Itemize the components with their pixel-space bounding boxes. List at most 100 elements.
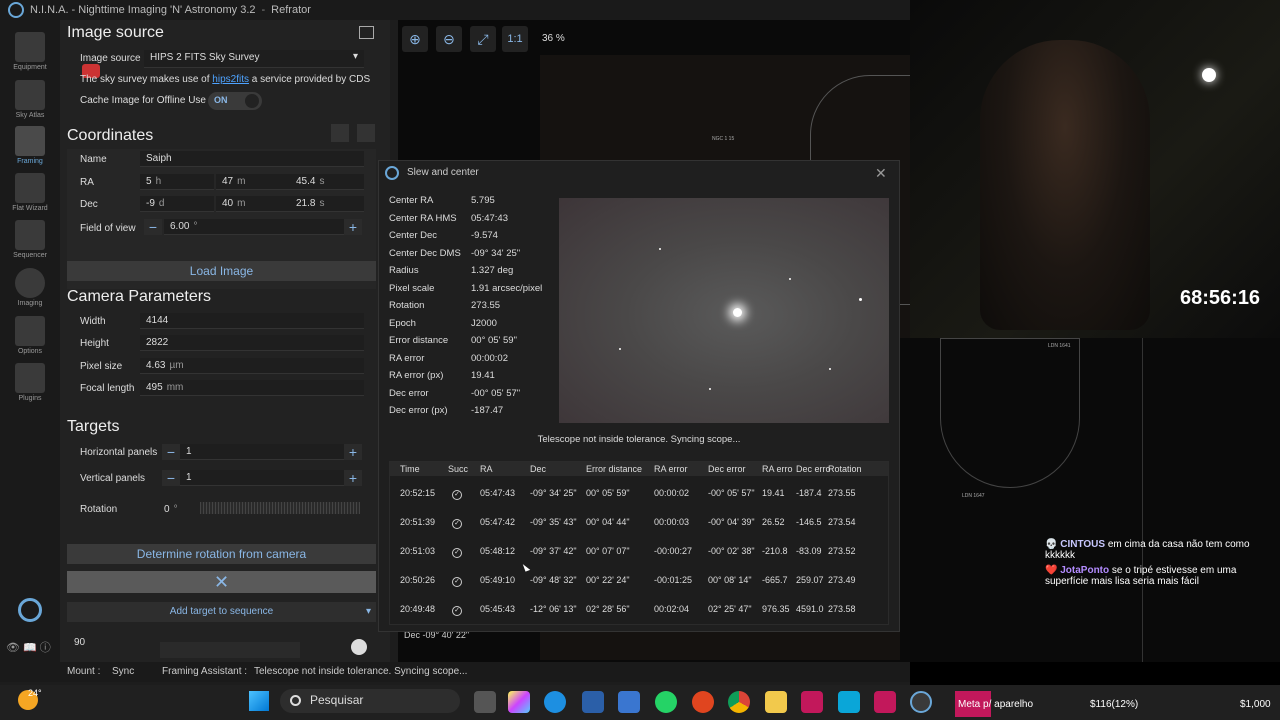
framing-toolbar: ⊕ ⊖ ⤢ 1:1 36 % — [398, 24, 910, 54]
sidebar-item-options[interactable]: Options — [0, 316, 60, 355]
search-icon — [290, 695, 301, 706]
dec-degrees-field[interactable]: -9 d — [140, 196, 214, 212]
table-row[interactable]: 20:50:26 ✓ 05:49:10 -09° 48' 32" 00° 22' 24"… — [390, 565, 888, 594]
table-row[interactable]: 20:52:15 ✓ 05:47:43 -09° 34' 25" 00° 05' 59"… — [390, 478, 888, 507]
width-field[interactable]: 4144 — [140, 313, 364, 329]
cache-toggle[interactable]: ON — [208, 92, 262, 110]
table-cell: 00° 05' 59" — [586, 488, 630, 498]
zoom-out-icon[interactable]: ⊖ — [436, 26, 462, 52]
nina-taskbar-icon[interactable] — [910, 691, 932, 713]
fov-plus-button[interactable]: + — [344, 219, 362, 235]
column-header[interactable]: Time — [400, 464, 420, 474]
windows-start-icon[interactable] — [249, 691, 269, 711]
column-header[interactable]: RA error — [654, 464, 688, 474]
chevron-down-icon: ▾ — [352, 51, 358, 62]
taskbar-search[interactable]: Pesquisar — [280, 689, 460, 713]
fit-icon[interactable]: ⤢ — [470, 26, 496, 52]
table-row[interactable]: 20:49:48 ✓ 05:45:43 -12° 06' 13" 02° 28' 56"… — [390, 594, 888, 623]
dec-seconds-field[interactable]: 21.8 s — [290, 196, 364, 212]
pixel-size-field[interactable]: 4.63 µm — [140, 358, 364, 374]
sidebar-item-sky-atlas[interactable]: Sky Atlas — [0, 80, 60, 119]
column-header[interactable]: Dec error — [708, 464, 746, 474]
column-header[interactable]: Succ — [448, 464, 468, 474]
column-header[interactable]: Rotation — [828, 464, 862, 474]
rotation-slider[interactable] — [200, 502, 360, 514]
load-image-button[interactable]: Load Image — [67, 261, 376, 281]
opera-icon[interactable] — [692, 691, 714, 713]
sidebar-item-imaging[interactable]: Imaging — [0, 268, 60, 307]
ra-minutes-field[interactable]: 47 m — [216, 174, 290, 190]
app-icon[interactable] — [838, 691, 860, 713]
close-x-button[interactable]: ✕ — [67, 571, 376, 593]
store-icon[interactable] — [582, 691, 604, 713]
dec-minutes-field[interactable]: 40 m — [216, 196, 290, 212]
result-label: Dec error — [389, 387, 429, 399]
book-icon[interactable] — [359, 26, 374, 39]
table-cell: 00:00:02 — [654, 488, 690, 498]
rotation-value[interactable]: 0 ° — [164, 504, 178, 515]
table-cell: -00° 04' 39" — [708, 517, 755, 527]
name-field[interactable]: Saiph — [140, 151, 364, 167]
sidebar-item-framing[interactable]: Framing — [0, 126, 60, 165]
close-icon[interactable]: ✕ — [875, 165, 887, 182]
one-to-one-button[interactable]: 1:1 — [502, 26, 528, 52]
star — [709, 388, 711, 390]
result-value: J2000 — [471, 317, 497, 329]
table-cell: 20:52:15 — [400, 488, 436, 498]
sidebar-item-equipment[interactable]: Equipment — [0, 32, 60, 71]
crosshair-icon[interactable] — [331, 124, 349, 142]
column-header[interactable]: Dec erro — [796, 464, 831, 474]
map-label-ldn1: LDN 1641 — [1048, 343, 1071, 349]
result-value: -9.574 — [471, 230, 498, 241]
result-value: 1.91 arcsec/pixel — [471, 282, 543, 294]
table-cell: 02° 25' 47" — [708, 604, 752, 614]
add-target-button[interactable]: Add target to sequence ▾ — [67, 602, 376, 622]
fov-minus-button[interactable]: − — [144, 219, 162, 235]
focal-length-field[interactable]: 495 mm — [140, 380, 364, 396]
chrome-icon[interactable] — [728, 691, 750, 713]
app-icon[interactable] — [801, 691, 823, 713]
zoom-in-icon[interactable]: ⊕ — [402, 26, 428, 52]
table-cell: -12° 06' 13" — [530, 604, 577, 614]
app-icon[interactable] — [874, 691, 896, 713]
table-cell: -187.4 — [796, 488, 822, 498]
determine-rotation-button[interactable]: Determine rotation from camera — [67, 544, 376, 564]
help-icons[interactable]: 👁 📖 ⓘ — [6, 639, 51, 655]
hips2fits-link[interactable]: hips2fits — [212, 74, 249, 85]
ra-hours-field[interactable]: 5h — [140, 174, 214, 190]
table-row[interactable]: 20:51:39 ✓ 05:47:42 -09° 35' 43" 00° 04' 44"… — [390, 507, 888, 536]
chevron-down-icon[interactable]: ▾ — [366, 602, 371, 622]
vertical-panels-field[interactable]: 1 — [180, 470, 344, 486]
table-row[interactable]: 20:51:03 ✓ 05:48:12 -09° 37' 42" 00° 07' 07"… — [390, 536, 888, 565]
hpanels-minus-button[interactable]: − — [162, 444, 180, 460]
hpanels-plus-button[interactable]: + — [344, 444, 362, 460]
height-field[interactable]: 2822 — [140, 335, 364, 351]
task-view-icon[interactable] — [474, 691, 496, 713]
column-header[interactable]: Error distance — [586, 464, 642, 474]
vpanels-plus-button[interactable]: + — [344, 470, 362, 486]
tolerance-message: Telescope not inside tolerance. Syncing … — [537, 434, 741, 445]
column-header[interactable]: RA erro — [762, 464, 793, 474]
fov-field[interactable]: 6.00 ° — [164, 219, 344, 235]
sidebar-item-sequencer[interactable]: Sequencer — [0, 220, 60, 259]
edge-icon[interactable] — [544, 691, 566, 713]
result-value: -09° 34' 25" — [471, 247, 521, 259]
puzzle-icon — [15, 363, 45, 393]
file-explorer-icon[interactable] — [765, 691, 787, 713]
column-header[interactable]: RA — [480, 464, 493, 474]
sidebar-item-flat-wizard[interactable]: Flat Wizard — [0, 173, 60, 212]
horizontal-panels-field[interactable]: 1 — [180, 444, 344, 460]
power-icon[interactable] — [18, 598, 42, 622]
copilot-icon[interactable] — [508, 691, 530, 713]
app-icon[interactable] — [618, 691, 640, 713]
check-circle-icon: ✓ — [452, 519, 462, 529]
sidebar-item-plugins[interactable]: Plugins — [0, 363, 60, 402]
column-header[interactable]: Dec — [530, 464, 546, 474]
secondary-sky-map: LDN 1641 LDN 1647 — [900, 338, 1280, 662]
vpanels-minus-button[interactable]: − — [162, 470, 180, 486]
ra-seconds-field[interactable]: 45.4 s — [290, 174, 364, 190]
whatsapp-icon[interactable] — [655, 691, 677, 713]
image-source-select[interactable]: HIPS 2 FITS Sky Survey ▾ — [144, 50, 364, 68]
table-cell: -00:00:27 — [654, 546, 693, 556]
location-pin-icon[interactable] — [357, 124, 375, 142]
